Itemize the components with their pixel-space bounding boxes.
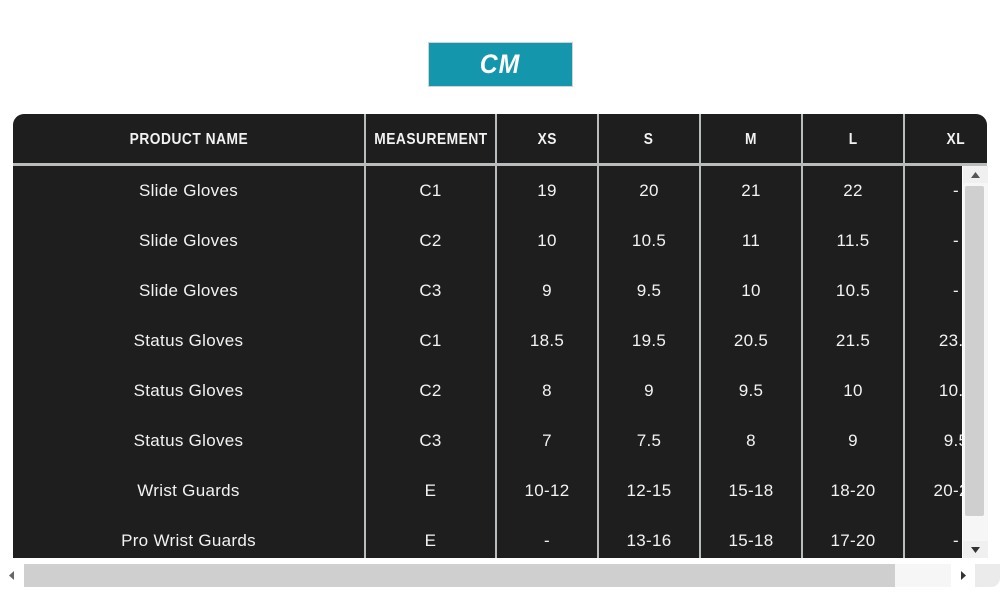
column-header-m: M bbox=[701, 114, 803, 166]
cell-xs: 7 bbox=[497, 416, 599, 466]
cell-s: 12-15 bbox=[599, 466, 701, 516]
column-header-s-label: S bbox=[644, 131, 654, 148]
cell-measurement: E bbox=[366, 516, 497, 558]
size-chart-table: PRODUCT NAME MEASUREMENT XS S M L XL Sli… bbox=[13, 114, 988, 561]
cell-product: Wrist Guards bbox=[13, 466, 366, 516]
scroll-right-arrow-icon[interactable] bbox=[951, 563, 975, 587]
cell-xl: 20-23 bbox=[933, 481, 963, 500]
horizontal-scroll-track[interactable] bbox=[24, 563, 951, 587]
cell-m: 8 bbox=[701, 416, 803, 466]
cell-product: Slide Gloves bbox=[13, 266, 366, 316]
cell-xs: 10-12 bbox=[497, 466, 599, 516]
cell-s: 13-16 bbox=[599, 516, 701, 558]
cell-s: 10.5 bbox=[599, 216, 701, 266]
cell-product: Slide Gloves bbox=[13, 166, 366, 216]
cell-l: 21.5 bbox=[803, 316, 905, 366]
cell-xl: - bbox=[953, 281, 959, 300]
cell-l: 17-20 bbox=[803, 516, 905, 558]
cell-measurement: C2 bbox=[366, 216, 497, 266]
cell-measurement: C1 bbox=[366, 316, 497, 366]
scroll-down-arrow-icon[interactable] bbox=[962, 541, 988, 558]
table-row: Status GlovesC118.519.520.521.5 23.5 bbox=[13, 316, 962, 366]
cell-xs: - bbox=[497, 516, 599, 558]
column-header-xs: XS bbox=[497, 114, 599, 166]
cell-xs: 9 bbox=[497, 266, 599, 316]
cell-product: Status Gloves bbox=[13, 416, 366, 466]
column-header-product-name-label: PRODUCT NAME bbox=[129, 131, 248, 148]
cell-xs: 10 bbox=[497, 216, 599, 266]
table-row: Pro Wrist Guards E -13-16 15-18 17-20- bbox=[13, 516, 962, 558]
cell-m: 20.5 bbox=[701, 316, 803, 366]
cell-l: 10.5 bbox=[803, 266, 905, 316]
unit-tab-label: CM bbox=[479, 49, 521, 79]
cell-xs: 19 bbox=[497, 166, 599, 216]
cell-xl: - bbox=[953, 231, 959, 250]
cell-l: 22 bbox=[803, 166, 905, 216]
horizontal-scrollbar[interactable] bbox=[0, 561, 1000, 589]
cell-measurement: C3 bbox=[366, 416, 497, 466]
unit-tab-bar: CM bbox=[0, 42, 1000, 90]
cell-m: 10 bbox=[701, 266, 803, 316]
cell-s: 7.5 bbox=[599, 416, 701, 466]
table-row: Slide Gloves C2 10 10.5 11 11.5 - bbox=[13, 216, 962, 266]
cell-product: Slide Gloves bbox=[13, 216, 366, 266]
cell-product: Status Gloves bbox=[13, 366, 366, 416]
horizontal-scroll-thumb[interactable] bbox=[24, 563, 896, 587]
cell-xl: 10.5 bbox=[938, 381, 962, 400]
column-header-product-name: PRODUCT NAME bbox=[13, 114, 366, 166]
column-header-l: L bbox=[803, 114, 905, 166]
table-row: Status GlovesC377.589 9.5 bbox=[13, 416, 962, 466]
column-header-xl: XL bbox=[905, 114, 987, 166]
cell-m: 15-18 bbox=[701, 516, 803, 558]
table-row: Wrist GuardsE10-1212-1515-1818-20 20-23 bbox=[13, 466, 962, 516]
vertical-scroll-thumb[interactable] bbox=[964, 186, 984, 516]
table-row: Slide Gloves C3 9 9.5 10 10.5 - bbox=[13, 266, 962, 316]
cell-measurement: C2 bbox=[366, 366, 497, 416]
cell-xl: - bbox=[953, 181, 959, 200]
table-rows: Slide Gloves C1 19 20 21 22- Slide Gloves C2 10 1… bbox=[13, 166, 962, 558]
column-header-xl-label: XL bbox=[946, 131, 966, 148]
cell-l: 10 bbox=[803, 366, 905, 416]
column-header-measurement-label: MEASUREMENT bbox=[373, 131, 488, 148]
column-header-xs-label: XS bbox=[537, 131, 557, 148]
cell-l: 9 bbox=[803, 416, 905, 466]
cell-xs: 18.5 bbox=[497, 316, 599, 366]
cell-s: 9.5 bbox=[599, 266, 701, 316]
column-header-l-label: L bbox=[848, 131, 858, 148]
column-header-m-label: M bbox=[745, 131, 757, 148]
cell-m: 21 bbox=[701, 166, 803, 216]
column-header-measurement: MEASUREMENT bbox=[366, 114, 497, 166]
cell-m: 9.5 bbox=[701, 366, 803, 416]
cell-xl: 9.5 bbox=[943, 431, 962, 450]
cell-product: Status Gloves bbox=[13, 316, 366, 366]
table-header-row: PRODUCT NAME MEASUREMENT XS S M L XL bbox=[13, 114, 987, 166]
column-header-s: S bbox=[599, 114, 701, 166]
cell-l: 18-20 bbox=[803, 466, 905, 516]
unit-tab-cm[interactable]: CM bbox=[427, 42, 573, 87]
scroll-up-arrow-icon[interactable] bbox=[962, 166, 988, 183]
cell-xs: 8 bbox=[497, 366, 599, 416]
cell-l: 11.5 bbox=[803, 216, 905, 266]
cell-measurement: E bbox=[366, 466, 497, 516]
cell-s: 19.5 bbox=[599, 316, 701, 366]
scrollbar-corner bbox=[975, 563, 1000, 587]
cell-product: Pro Wrist Guards bbox=[13, 516, 366, 558]
vertical-scrollbar[interactable] bbox=[962, 166, 988, 558]
cell-xl: - bbox=[953, 531, 959, 550]
table-body-area: Slide Gloves C1 19 20 21 22- Slide Gloves C2 10 1… bbox=[13, 166, 988, 558]
cell-m: 11 bbox=[701, 216, 803, 266]
scroll-left-arrow-icon[interactable] bbox=[0, 563, 24, 587]
cell-s: 9 bbox=[599, 366, 701, 416]
cell-xl: 23.5 bbox=[938, 331, 962, 350]
vertical-scroll-track[interactable] bbox=[962, 183, 988, 541]
table-body-viewport[interactable]: Slide Gloves C1 19 20 21 22- Slide Gloves C2 10 1… bbox=[13, 166, 962, 558]
table-row: Status GlovesC2899.510 10.5 bbox=[13, 366, 962, 416]
cell-measurement: C1 bbox=[366, 166, 497, 216]
cell-measurement: C3 bbox=[366, 266, 497, 316]
table-row: Slide Gloves C1 19 20 21 22 - bbox=[13, 166, 962, 216]
cell-m: 15-18 bbox=[701, 466, 803, 516]
cell-s: 20 bbox=[599, 166, 701, 216]
